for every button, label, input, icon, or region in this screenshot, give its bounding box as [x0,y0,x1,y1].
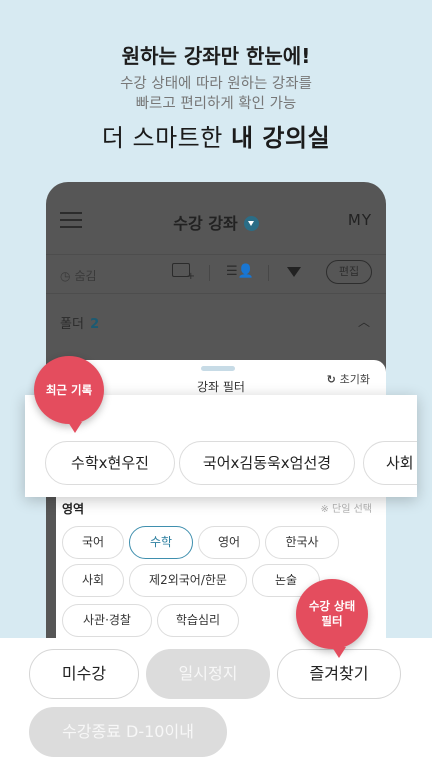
recent-chip[interactable]: 사회 [363,441,417,485]
subject-chip[interactable]: 영어 [198,526,260,559]
hide-toggle[interactable]: 숨김 [60,267,96,284]
reset-button[interactable]: 초기화 [327,371,370,387]
status-callout-line1: 수강 상태 [308,599,356,613]
promo-subtitle-line1: 수강 상태에 따라 원하는 강좌를 [120,76,312,92]
drag-handle[interactable] [201,366,235,371]
subject-chip[interactable]: 학습심리 [157,604,239,637]
chevron-down-icon [243,216,259,231]
promo-subtitle-line2: 빠르고 편리하게 확인 가능 [135,96,297,112]
chevron-up-icon[interactable]: ︿ [358,313,370,330]
subject-label: 영역 [62,502,85,516]
status-callout-line2: 필터 [321,614,343,628]
subject-chip-selected[interactable]: 수학 [129,526,193,559]
filter-icon[interactable] [287,267,301,277]
folder-section[interactable]: 폴더 2 ︿ [46,293,386,348]
course-dropdown[interactable]: 수강 강좌 [46,210,386,234]
promo-tagline-bold: 내 강의실 [230,124,331,152]
toolbar: 숨김 ☰👤 편집 [46,254,386,290]
app-header: 수강 강좌 MY [46,182,386,242]
divider [209,265,210,281]
folder-count: 2 [90,317,100,332]
status-filter-callout: 수강 상태 필터 [296,579,368,658]
list-user-icon[interactable]: ☰👤 [226,264,254,279]
folder-label: 폴더 2 [60,313,99,332]
my-button[interactable]: MY [348,211,372,229]
subject-chip[interactable]: 제2외국어/한문 [129,564,247,597]
add-folder-icon[interactable] [172,263,195,282]
subject-chip[interactable]: 국어 [62,526,124,559]
status-not-started-button[interactable]: 미수강 [29,649,139,699]
edit-button[interactable]: 편집 [326,260,372,284]
status-ending-soon-button[interactable]: 수강종료 D-10이내 [29,707,227,757]
status-paused-button[interactable]: 일시정지 [146,649,270,699]
promo-tagline: 더 스마트한 내 강의실 [0,118,432,153]
status-filter-panel: 미수강 일시정지 즐겨찾기 수강종료 D-10이내 [0,638,432,768]
subject-chip[interactable]: 한국사 [265,526,339,559]
promo-title: 원하는 강좌만 한눈에! [121,44,311,68]
recent-chip[interactable]: 국어x김동욱x엄선경 [179,441,355,485]
single-select-note: ※ 단일 선택 [320,504,372,515]
recent-chip[interactable]: 수학x현우진 [45,441,175,485]
recent-history-callout: 최근 기록 [34,356,104,433]
promo-tagline-prefix: 더 스마트한 [101,124,231,152]
divider [268,265,269,281]
page-title: 수강 강좌 [173,214,238,233]
subject-chip[interactable]: 사관·경찰 [62,604,152,637]
folder-label-text: 폴더 [60,317,84,332]
promo-subtitle: 수강 상태에 따라 원하는 강좌를 빠르고 편리하게 확인 가능 [0,74,432,114]
subject-chip[interactable]: 사회 [62,564,124,597]
